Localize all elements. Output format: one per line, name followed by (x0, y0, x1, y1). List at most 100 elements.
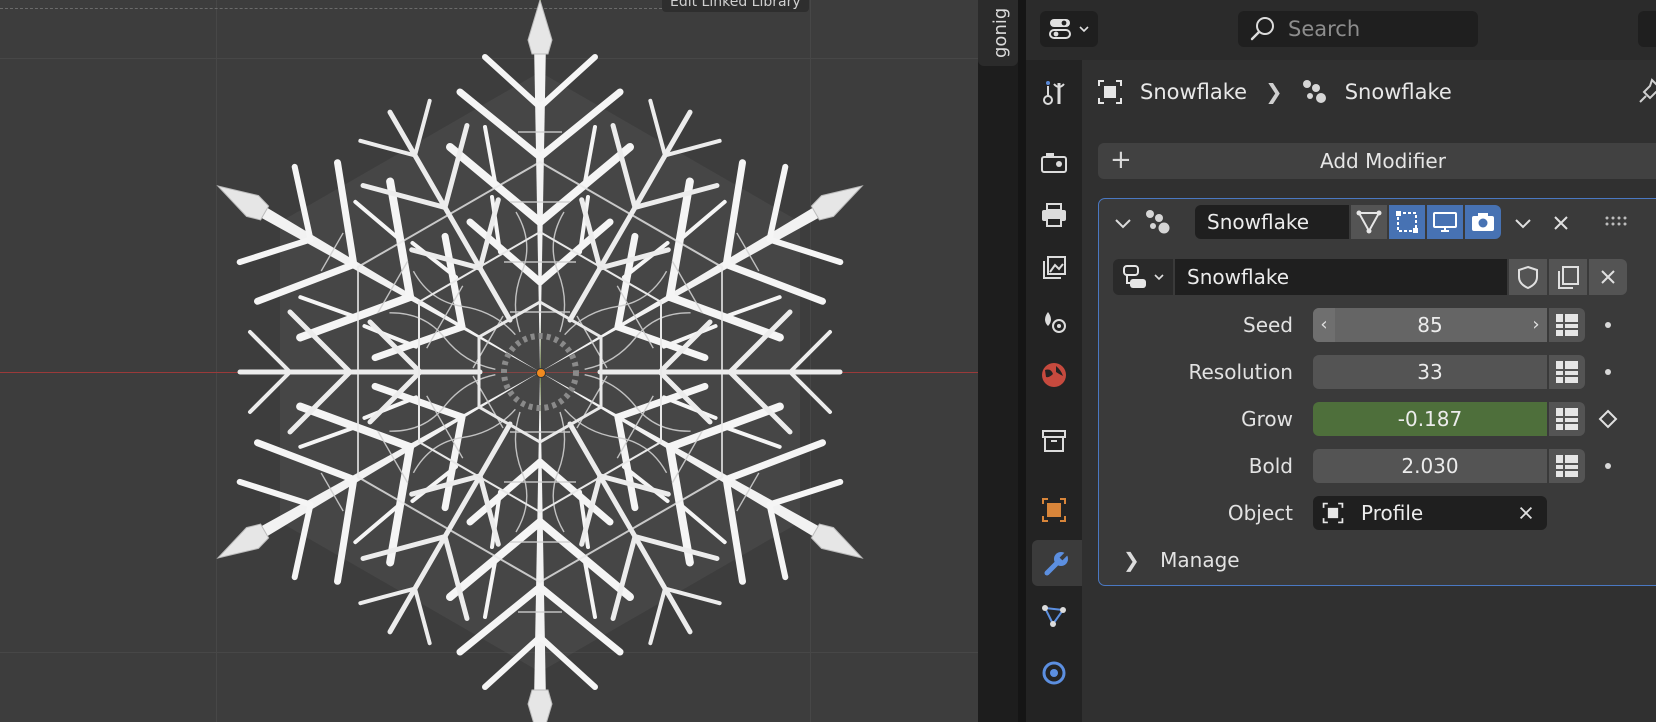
modifier-panel: Snowflake Snowflake Seed ‹ 85 › Resoluti… (1098, 198, 1656, 586)
object-icon (1098, 80, 1122, 104)
search-field[interactable] (1238, 11, 1478, 47)
camera-icon (1472, 213, 1494, 231)
drag-handle-icon[interactable] (1604, 215, 1628, 227)
edit-mode-icon (1356, 210, 1382, 234)
breadcrumb-modifier: Snowflake (1344, 80, 1452, 104)
search-input[interactable] (1286, 16, 1470, 42)
close-icon (1601, 270, 1615, 284)
editor-type-dropdown[interactable] (1040, 11, 1098, 47)
tab-modifiers[interactable] (1032, 540, 1082, 586)
collection-box-icon (1042, 430, 1066, 452)
seed-label: Seed (1243, 313, 1293, 337)
cage-icon (1396, 211, 1418, 233)
keyframe-dot-icon[interactable] (1597, 449, 1619, 483)
fake-user-button[interactable] (1509, 259, 1547, 295)
keyframe-dot-icon[interactable] (1597, 308, 1619, 342)
3d-viewport[interactable]: Edit Linked Library (0, 0, 978, 722)
tab-render[interactable] (1032, 140, 1076, 186)
viewport-display-toggle[interactable] (1427, 205, 1463, 239)
grow-label: Grow (1241, 407, 1293, 431)
geometry-nodes-icon (1146, 210, 1170, 234)
node-group-name-field[interactable]: Snowflake (1175, 259, 1507, 295)
tab-collection[interactable] (1032, 418, 1076, 464)
on-cage-toggle[interactable] (1389, 205, 1425, 239)
printer-icon (1042, 203, 1066, 227)
attribute-table-icon (1556, 408, 1578, 430)
search-icon (1250, 17, 1274, 41)
seed-field[interactable]: ‹ 85 › (1313, 308, 1547, 342)
tab-object[interactable] (1032, 487, 1076, 533)
chevron-down-icon (1154, 274, 1164, 281)
increment-arrow-icon[interactable]: › (1525, 308, 1547, 342)
unlink-node-group-button[interactable] (1589, 259, 1627, 295)
object-icon (1322, 502, 1344, 524)
object-row: Object Profile (1099, 496, 1656, 530)
close-icon[interactable] (1517, 504, 1535, 522)
image-stack-icon (1043, 256, 1066, 279)
node-group-browse-button[interactable] (1113, 259, 1173, 295)
node-group-row: Snowflake (1113, 259, 1656, 295)
edit-mode-toggle[interactable] (1351, 205, 1387, 239)
duplicate-icon (1558, 266, 1579, 289)
particles-icon (1042, 605, 1066, 627)
breadcrumb: Snowflake ❯ Snowflake (1096, 72, 1452, 112)
bold-label: Bold (1248, 454, 1293, 478)
add-modifier-button[interactable]: + Add Modifier (1098, 143, 1656, 179)
keyframe-dot-icon[interactable] (1597, 355, 1619, 389)
duplicate-node-group-button[interactable] (1549, 259, 1587, 295)
wrench-icon (1044, 550, 1070, 576)
tab-scene[interactable] (1032, 298, 1076, 344)
properties-tab-column (1026, 60, 1082, 722)
node-tree-icon (1123, 265, 1146, 288)
chevron-down-icon (1079, 26, 1089, 33)
object-icon (1042, 498, 1066, 522)
tool-icon (1043, 81, 1065, 105)
manage-subpanel-header[interactable]: ❯ Manage (1123, 543, 1240, 577)
tab-world[interactable] (1032, 352, 1076, 398)
shield-icon (1518, 265, 1538, 290)
bold-field[interactable]: 2.030 (1313, 449, 1547, 483)
attribute-table-icon (1556, 361, 1578, 383)
object-picker-field[interactable]: Profile (1313, 496, 1547, 530)
grow-row: Grow -0.187 (1099, 402, 1656, 436)
input-attribute-toggle[interactable] (1549, 449, 1585, 483)
collapse-chevron-icon[interactable] (1113, 213, 1133, 233)
decrement-arrow-icon[interactable]: ‹ (1313, 308, 1335, 342)
monitor-icon (1433, 212, 1457, 232)
tab-physics[interactable] (1032, 648, 1076, 694)
properties-editor: Snowflake ❯ Snowflake + Add Modifier Sno (1026, 0, 1656, 722)
chevron-down-icon[interactable] (1513, 213, 1533, 233)
plus-icon: + (1110, 145, 1132, 175)
tab-tool[interactable] (1032, 70, 1076, 116)
properties-editor-icon (1049, 19, 1071, 39)
resolution-row: Resolution 33 (1099, 355, 1656, 389)
geometry-nodes-icon (1302, 80, 1326, 103)
attribute-table-icon (1556, 455, 1578, 477)
chevron-right-icon: ❯ (1265, 80, 1283, 104)
input-attribute-toggle[interactable] (1549, 402, 1585, 436)
pin-icon[interactable] (1638, 78, 1656, 104)
snowflake-mesh (0, 0, 978, 722)
grow-field[interactable]: -0.187 (1313, 402, 1547, 436)
object-origin (536, 368, 546, 378)
render-toggle[interactable] (1465, 205, 1501, 239)
render-icon (1041, 153, 1067, 173)
object-label: Object (1227, 501, 1293, 525)
close-icon[interactable] (1551, 213, 1571, 233)
modifier-header: Snowflake (1099, 199, 1656, 249)
header-options-button[interactable] (1638, 11, 1656, 47)
tab-view-layer[interactable] (1032, 245, 1076, 291)
input-attribute-toggle[interactable] (1549, 355, 1585, 389)
input-attribute-toggle[interactable] (1549, 308, 1585, 342)
tab-particles[interactable] (1032, 594, 1076, 640)
keyframe-diamond-icon[interactable] (1597, 402, 1619, 436)
tab-output[interactable] (1032, 192, 1076, 238)
seed-row: Seed ‹ 85 › (1099, 308, 1656, 342)
attribute-table-icon (1556, 314, 1578, 336)
sidebar-tab-label[interactable]: gonig (990, 8, 1011, 58)
world-icon (1042, 363, 1066, 387)
physics-icon (1042, 661, 1066, 685)
bold-row: Bold 2.030 (1099, 449, 1656, 483)
resolution-field[interactable]: 33 (1313, 355, 1547, 389)
modifier-name-field[interactable]: Snowflake (1195, 205, 1349, 239)
